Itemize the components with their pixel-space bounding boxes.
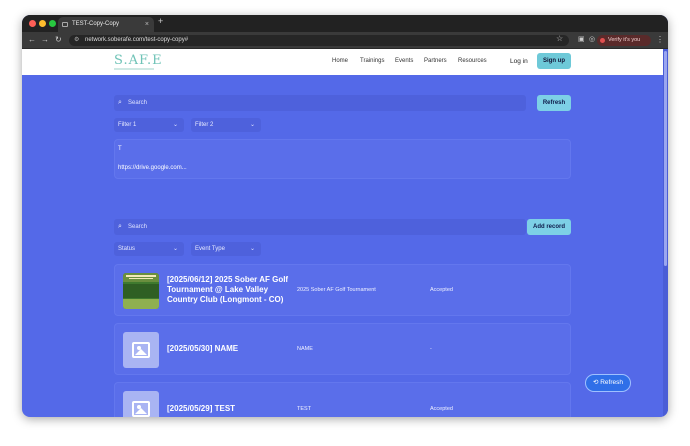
record-name: 2025 Sober AF Golf Tournament bbox=[297, 287, 376, 293]
filter-2-label: Filter 2 bbox=[195, 122, 214, 128]
profile-icon[interactable]: ◎ bbox=[589, 35, 595, 43]
record-status: Accepted bbox=[430, 287, 453, 293]
record-thumbnail bbox=[123, 273, 159, 309]
minimize-window-button[interactable] bbox=[39, 20, 46, 27]
filter-2-select[interactable]: Filter 2 ⌄ bbox=[191, 118, 261, 132]
browser-menu-icon[interactable]: ⋮ bbox=[656, 35, 664, 44]
bookmark-star-icon[interactable]: ☆ bbox=[556, 34, 563, 43]
record-card[interactable]: [2025/06/12] 2025 Sober AF Golf Tourname… bbox=[114, 264, 571, 316]
url-text: network.soberafe.com/test-copy-copy# bbox=[85, 37, 189, 43]
panel-line-1: T bbox=[118, 146, 122, 152]
alert-dot-icon bbox=[600, 38, 605, 43]
status-filter-select[interactable]: Status ⌄ bbox=[114, 242, 184, 256]
tab-bar: TEST-Copy-Copy × + bbox=[22, 15, 668, 32]
reload-icon[interactable]: ↻ bbox=[55, 35, 62, 45]
record-card[interactable]: [2025/05/29] TEST TEST Accepted bbox=[114, 382, 571, 417]
record-title: [2025/05/30] NAME bbox=[167, 344, 239, 353]
image-placeholder-icon bbox=[132, 342, 150, 358]
logo-tagline-decoration bbox=[114, 68, 154, 70]
record-thumbnail bbox=[123, 332, 159, 368]
nav-events[interactable]: Events bbox=[395, 58, 413, 64]
record-thumbnail bbox=[123, 391, 159, 417]
nav-home[interactable]: Home bbox=[332, 58, 348, 64]
record-name: NAME bbox=[297, 346, 313, 352]
nav-partners[interactable]: Partners bbox=[424, 58, 447, 64]
chevron-down-icon: ⌄ bbox=[249, 246, 255, 252]
verify-identity-button[interactable]: Verify it's you bbox=[597, 35, 651, 46]
event-type-filter-label: Event Type bbox=[195, 246, 225, 252]
search-icon: ⌕ bbox=[118, 99, 122, 106]
site-header: S.AF.E Home Trainings Events Partners Re… bbox=[22, 49, 668, 75]
image-placeholder-icon bbox=[132, 401, 150, 417]
scrollbar-thumb[interactable] bbox=[664, 51, 667, 266]
back-icon[interactable]: ← bbox=[28, 35, 36, 45]
event-type-filter-select[interactable]: Event Type ⌄ bbox=[191, 242, 261, 256]
site-settings-icon[interactable]: ⚙ bbox=[74, 35, 79, 46]
search-icon: ⌕ bbox=[118, 223, 122, 230]
panel-link[interactable]: https://drive.google.com... bbox=[118, 165, 187, 171]
record-card[interactable]: [2025/05/30] NAME NAME - bbox=[114, 323, 571, 375]
nav-resources[interactable]: Resources bbox=[458, 58, 487, 64]
info-panel bbox=[114, 139, 571, 179]
add-record-button[interactable]: Add record bbox=[527, 219, 571, 235]
close-tab-icon[interactable]: × bbox=[145, 17, 149, 32]
chevron-down-icon: ⌄ bbox=[172, 122, 178, 128]
chevron-down-icon: ⌄ bbox=[172, 246, 178, 252]
search-input[interactable]: ⌕ Search bbox=[114, 95, 526, 111]
record-status: - bbox=[430, 346, 432, 352]
filter-1-select[interactable]: Filter 1 ⌄ bbox=[114, 118, 184, 132]
new-tab-button[interactable]: + bbox=[158, 16, 163, 26]
login-link[interactable]: Log in bbox=[510, 58, 528, 65]
browser-tab[interactable]: TEST-Copy-Copy × bbox=[58, 17, 154, 32]
record-title: [2025/06/12] 2025 Sober AF Golf Tourname… bbox=[167, 275, 289, 304]
chevron-down-icon: ⌄ bbox=[249, 122, 255, 128]
forward-icon[interactable]: → bbox=[41, 35, 49, 45]
filter-1-label: Filter 1 bbox=[118, 122, 137, 128]
status-filter-label: Status bbox=[118, 246, 136, 252]
site-logo[interactable]: S.AF.E bbox=[114, 53, 163, 68]
extensions-icon[interactable]: ▣ bbox=[578, 35, 585, 43]
floating-refresh-button[interactable]: ⟲ Refresh bbox=[585, 374, 631, 392]
search-placeholder: Search bbox=[128, 224, 148, 230]
record-status: Accepted bbox=[430, 406, 453, 412]
maximize-window-button[interactable] bbox=[49, 20, 56, 27]
close-window-button[interactable] bbox=[29, 20, 36, 27]
search-placeholder: Search bbox=[128, 100, 148, 106]
tab-title: TEST-Copy-Copy bbox=[72, 21, 120, 27]
records-search-input[interactable]: ⌕ Search bbox=[114, 219, 526, 235]
nav-trainings[interactable]: Trainings bbox=[360, 58, 384, 64]
verify-label: Verify it's you bbox=[608, 37, 641, 43]
url-field[interactable]: ⚙ network.soberafe.com/test-copy-copy# bbox=[69, 35, 569, 46]
browser-window: TEST-Copy-Copy × + ← → ↻ ⚙ network.sober… bbox=[22, 15, 668, 417]
record-name: TEST bbox=[297, 406, 312, 412]
tab-favicon-icon bbox=[62, 22, 68, 27]
signup-button[interactable]: Sign up bbox=[537, 53, 571, 69]
record-title: [2025/05/29] TEST bbox=[167, 404, 236, 413]
address-bar: ← → ↻ ⚙ network.soberafe.com/test-copy-c… bbox=[22, 32, 668, 49]
refresh-button[interactable]: Refresh bbox=[537, 95, 571, 111]
